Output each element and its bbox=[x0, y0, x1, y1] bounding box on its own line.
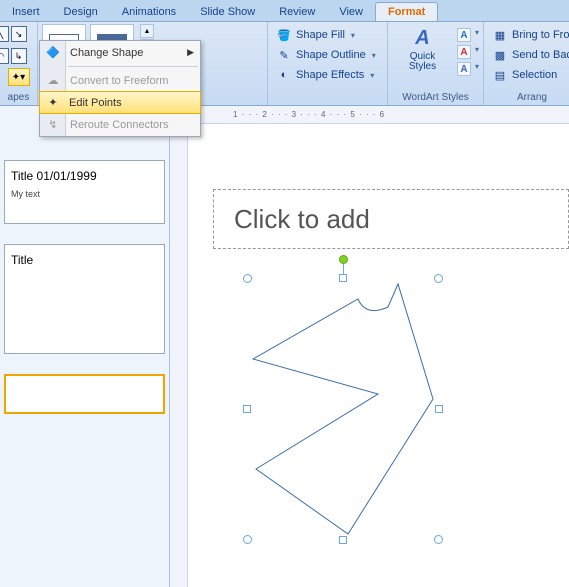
slide-1-title: Title 01/01/1999 bbox=[11, 169, 158, 183]
slide-2-title: Title bbox=[11, 253, 158, 267]
edit-shape-menu: 🔷 Change Shape ▶ ☁ Convert to Freeform ✦… bbox=[39, 40, 201, 137]
group-arrange-label: Arrang bbox=[488, 90, 569, 105]
rotate-handle[interactable] bbox=[339, 255, 348, 264]
reroute-icon: ↯ bbox=[44, 116, 62, 134]
tab-design[interactable]: Design bbox=[52, 3, 110, 21]
submenu-arrow-icon: ▶ bbox=[187, 47, 194, 58]
shape-fill-button[interactable]: 🪣Shape Fill▾ bbox=[272, 26, 383, 44]
menu-edit-points[interactable]: ✦ Edit Points bbox=[39, 91, 201, 114]
selection-pane-icon: ▤ bbox=[492, 67, 508, 83]
edit-points-icon: ✦ bbox=[44, 94, 62, 112]
text-effects-icon[interactable]: A bbox=[457, 62, 471, 76]
resize-handle-b[interactable] bbox=[339, 536, 347, 544]
send-to-back-button[interactable]: ▩Send to Bac bbox=[488, 46, 569, 64]
change-shape-icon: 🔷 bbox=[44, 44, 62, 62]
group-shapes-label: apes bbox=[4, 90, 33, 105]
slide-canvas[interactable]: Click to add bbox=[188, 124, 569, 587]
resize-handle-tr[interactable] bbox=[434, 274, 443, 283]
selected-shape[interactable] bbox=[248, 279, 438, 539]
resize-handle-tl[interactable] bbox=[243, 274, 252, 283]
slides-panel[interactable]: Title 01/01/1999 My text Title bbox=[0, 106, 170, 587]
freeform-shape[interactable] bbox=[248, 279, 438, 539]
bring-to-front-button[interactable]: ▦Bring to Fro bbox=[488, 26, 569, 44]
slide-thumbnail-1[interactable]: Title 01/01/1999 My text bbox=[4, 160, 165, 224]
pencil-outline-icon: ✎ bbox=[276, 47, 292, 63]
resize-handle-t[interactable] bbox=[339, 274, 347, 282]
effects-icon: ◐ bbox=[276, 67, 292, 83]
resize-handle-bl[interactable] bbox=[243, 535, 252, 544]
send-back-icon: ▩ bbox=[492, 47, 508, 63]
text-fill-icon[interactable]: A bbox=[457, 28, 471, 42]
quick-styles-button[interactable]: A Quick Styles bbox=[392, 24, 453, 74]
vertical-ruler bbox=[170, 106, 188, 587]
title-placeholder[interactable]: Click to add bbox=[213, 189, 569, 249]
tab-insert[interactable]: Insert bbox=[0, 3, 52, 21]
selection-pane-button[interactable]: ▤Selection bbox=[488, 66, 569, 84]
tab-review[interactable]: Review bbox=[267, 3, 327, 21]
slide-1-body: My text bbox=[11, 189, 158, 199]
freeform-icon: ☁ bbox=[44, 72, 62, 90]
ribbon: ╲↘ ◠↳ ✦▾ apes ▲ ▼ ▾ Shape Styles 🪣Sh bbox=[0, 22, 569, 106]
resize-handle-br[interactable] bbox=[434, 535, 443, 544]
menu-change-shape[interactable]: 🔷 Change Shape ▶ bbox=[40, 41, 200, 64]
shape-effects-button[interactable]: ◐Shape Effects▾ bbox=[272, 66, 383, 84]
workspace: Title 01/01/1999 My text Title 1 · · · 2… bbox=[0, 106, 569, 587]
gallery-up-button[interactable]: ▲ bbox=[140, 24, 154, 38]
ribbon-tabs: Insert Design Animations Slide Show Revi… bbox=[0, 0, 569, 22]
wordart-A-icon: A bbox=[410, 26, 434, 50]
tab-animations[interactable]: Animations bbox=[110, 3, 188, 21]
shape-outline-button[interactable]: ✎Shape Outline▾ bbox=[272, 46, 383, 64]
group-wordart-label: WordArt Styles bbox=[392, 90, 479, 105]
paint-bucket-icon: 🪣 bbox=[276, 27, 292, 43]
slide-thumbnail-3[interactable] bbox=[4, 374, 165, 414]
edit-shape-dropdown-button[interactable]: ✦▾ bbox=[8, 68, 30, 86]
bring-front-icon: ▦ bbox=[492, 27, 508, 43]
resize-handle-l[interactable] bbox=[243, 405, 251, 413]
menu-convert-freeform: ☁ Convert to Freeform bbox=[40, 69, 200, 92]
slide-editor[interactable]: 1 · · · 2 · · · 3 · · · 4 · · · 5 · · · … bbox=[188, 106, 569, 587]
tab-slideshow[interactable]: Slide Show bbox=[188, 3, 267, 21]
horizontal-ruler: 1 · · · 2 · · · 3 · · · 4 · · · 5 · · · … bbox=[188, 106, 569, 124]
tab-view[interactable]: View bbox=[327, 3, 375, 21]
slide-thumbnail-2[interactable]: Title bbox=[4, 244, 165, 354]
menu-reroute-connectors: ↯ Reroute Connectors bbox=[40, 113, 200, 136]
tab-format[interactable]: Format bbox=[375, 2, 438, 21]
text-outline-icon[interactable]: A bbox=[457, 45, 471, 59]
resize-handle-r[interactable] bbox=[435, 405, 443, 413]
